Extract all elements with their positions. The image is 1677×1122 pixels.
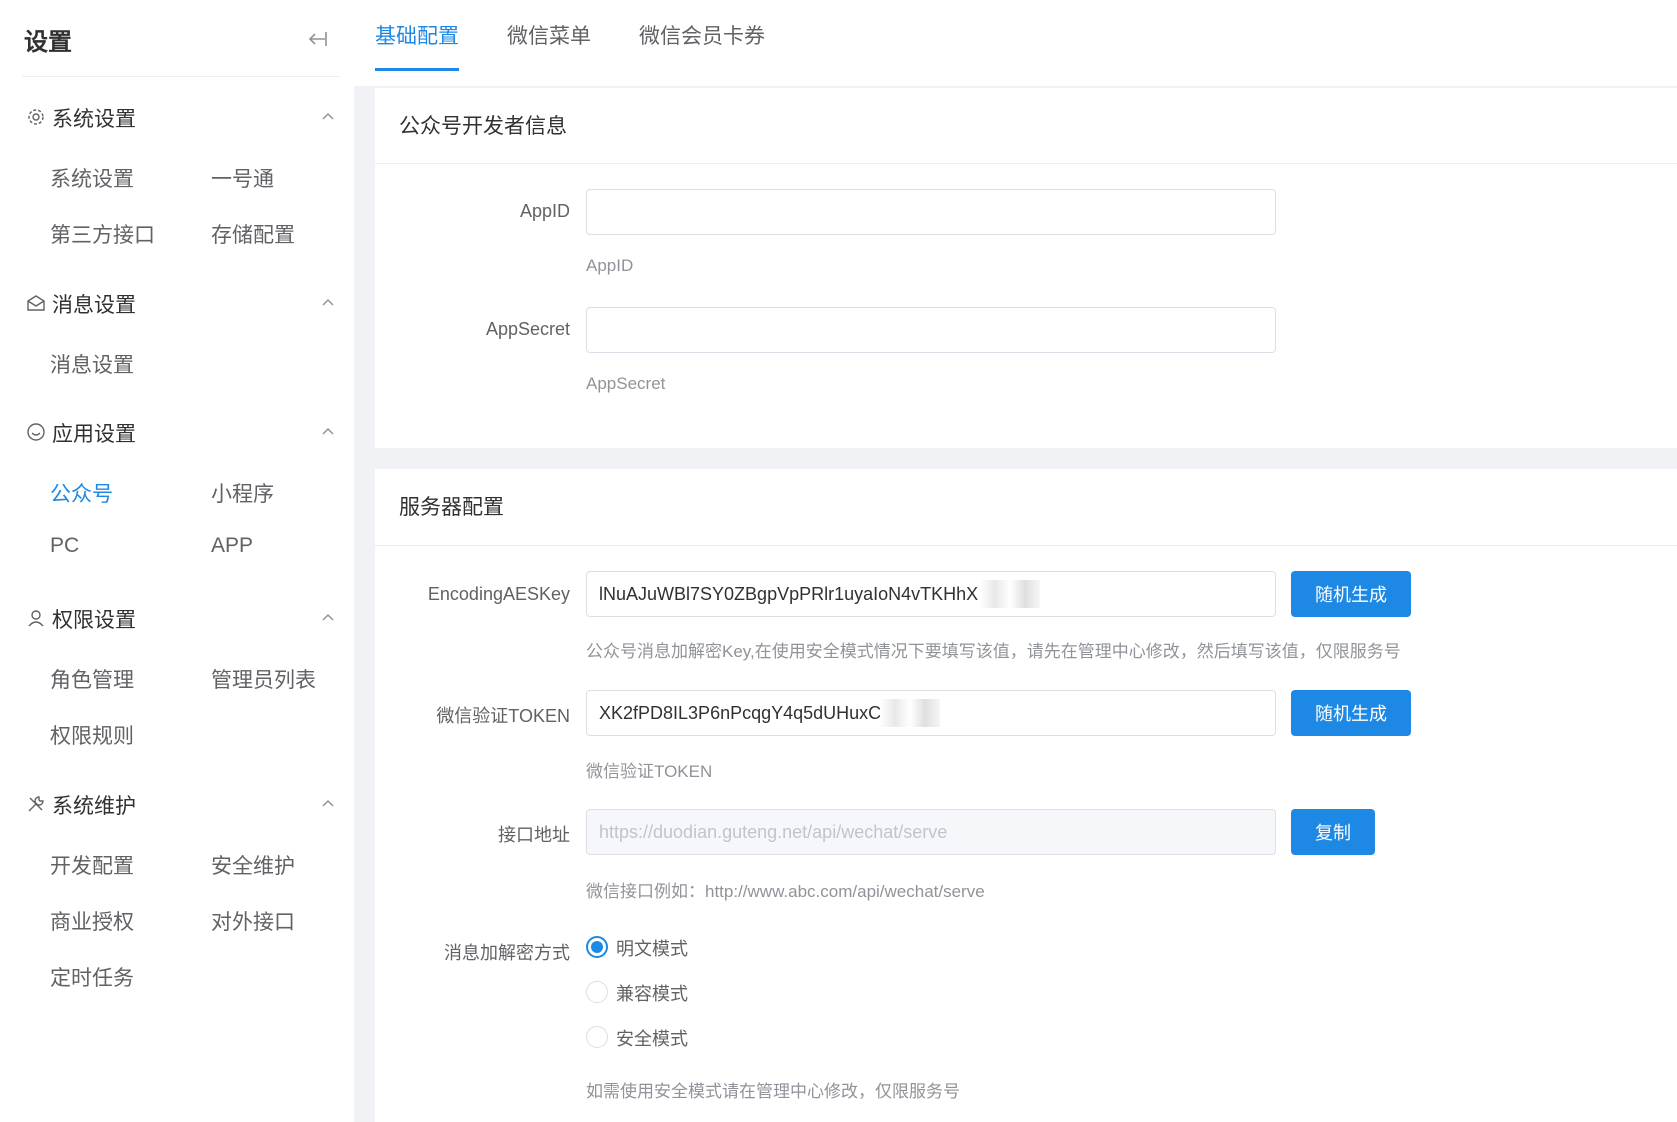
sidebar-item-security-maintenance[interactable]: 安全维护 (211, 850, 295, 880)
radio-indicator[interactable] (586, 936, 608, 958)
sidebar-item-official-account[interactable]: 公众号 (50, 478, 113, 508)
encrypt-mode-help: 如需使用安全模式请在管理中心修改，仅限服务号 (586, 1082, 960, 1101)
group-label: 权限设置 (52, 609, 136, 632)
tab-bar: 基础配置 微信菜单 微信会员卡券 (354, 0, 1677, 86)
radio-label: 明文模式 (616, 939, 688, 959)
generate-token-button[interactable]: 随机生成 (1291, 690, 1411, 736)
server-config-card: 服务器配置 EncodingAESKey 随机生成 公众号消息加解密Key,在使… (375, 469, 1677, 1122)
tools-icon (26, 794, 46, 814)
copy-button[interactable]: 复制 (1291, 809, 1375, 855)
sidebar-item-role-management[interactable]: 角色管理 (50, 664, 134, 694)
sidebar-item-pc[interactable]: PC (50, 534, 79, 558)
group-label: 消息设置 (52, 294, 136, 317)
user-icon (26, 608, 46, 628)
group-label: 系统设置 (52, 108, 136, 131)
api-url-input[interactable] (586, 809, 1276, 855)
sidebar-item-mini-program[interactable]: 小程序 (211, 478, 274, 508)
redaction-blur (980, 580, 1040, 608)
radio-indicator[interactable] (586, 981, 608, 1003)
generate-aeskey-button[interactable]: 随机生成 (1291, 571, 1411, 617)
sidebar-header: 设置 (22, 0, 340, 77)
token-help: 微信验证TOKEN (586, 762, 713, 781)
appsecret-input[interactable] (586, 307, 1276, 353)
group-label: 应用设置 (52, 423, 136, 446)
sidebar: 设置 系统设置 系统设置 一号通 第三方接口 存储配置 消息设置 消息设置 应用… (0, 0, 354, 1122)
api-url-help: 微信接口例如：http://www.abc.com/api/wechat/ser… (586, 882, 985, 901)
envelope-icon (26, 293, 46, 313)
group-header-message-settings[interactable]: 消息设置 (26, 283, 336, 323)
appid-input[interactable] (586, 189, 1276, 235)
sidebar-item-admin-list[interactable]: 管理员列表 (211, 664, 316, 694)
sidebar-item-permission-rules[interactable]: 权限规则 (50, 720, 134, 750)
api-url-label: 接口地址 (498, 825, 570, 845)
encrypt-mode-label: 消息加解密方式 (444, 943, 570, 963)
radio-label: 安全模式 (616, 1029, 688, 1049)
sidebar-item-one-account[interactable]: 一号通 (211, 163, 274, 193)
sidebar-item-system-settings[interactable]: 系统设置 (50, 163, 134, 193)
tab-basic-config[interactable]: 基础配置 (375, 20, 459, 71)
radio-label: 兼容模式 (616, 984, 688, 1004)
sidebar-item-business-license[interactable]: 商业授权 (50, 906, 134, 936)
group-header-permission-settings[interactable]: 权限设置 (26, 598, 336, 638)
collapse-sidebar-icon[interactable] (306, 28, 328, 50)
chevron-up-icon[interactable] (320, 295, 336, 311)
sidebar-item-external-api[interactable]: 对外接口 (211, 906, 295, 936)
sidebar-item-message-settings[interactable]: 消息设置 (50, 349, 134, 379)
chevron-up-icon[interactable] (320, 796, 336, 812)
divider (375, 545, 1677, 546)
redaction-blur (880, 699, 940, 727)
smile-icon (26, 422, 46, 442)
radio-indicator[interactable] (586, 1026, 608, 1048)
group-header-system-settings[interactable]: 系统设置 (26, 97, 336, 137)
sidebar-title: 设置 (24, 29, 72, 56)
chevron-up-icon[interactable] (320, 610, 336, 626)
appsecret-help: AppSecret (586, 374, 666, 393)
chevron-up-icon[interactable] (320, 424, 336, 440)
token-label: 微信验证TOKEN (436, 706, 570, 726)
aeskey-help: 公众号消息加解密Key,在使用安全模式情况下要填写该值，请先在管理中心修改，然后… (586, 642, 1401, 661)
group-label: 系统维护 (52, 795, 136, 818)
aeskey-label: EncodingAESKey (427, 584, 570, 604)
group-header-app-settings[interactable]: 应用设置 (26, 412, 336, 452)
chevron-up-icon[interactable] (320, 109, 336, 125)
appsecret-label: AppSecret (485, 319, 570, 339)
aeskey-input[interactable] (586, 571, 1276, 617)
sidebar-item-dev-config[interactable]: 开发配置 (50, 850, 134, 880)
sidebar-item-app[interactable]: APP (211, 534, 253, 558)
tab-wechat-member-card[interactable]: 微信会员卡券 (639, 20, 765, 68)
sidebar-item-scheduled-tasks[interactable]: 定时任务 (50, 962, 134, 992)
card-title: 服务器配置 (399, 496, 504, 519)
sidebar-item-storage-config[interactable]: 存储配置 (211, 219, 295, 249)
card-title: 公众号开发者信息 (399, 115, 567, 138)
gear-icon (26, 107, 46, 127)
group-header-system-maintenance[interactable]: 系统维护 (26, 784, 336, 824)
appid-help: AppID (586, 256, 634, 275)
sidebar-item-third-party-api[interactable]: 第三方接口 (50, 219, 155, 249)
developer-info-card: 公众号开发者信息 AppID AppID AppSecret AppSecret (375, 88, 1677, 448)
appid-label: AppID (519, 201, 570, 221)
tab-wechat-menu[interactable]: 微信菜单 (507, 20, 591, 68)
divider (375, 163, 1677, 164)
